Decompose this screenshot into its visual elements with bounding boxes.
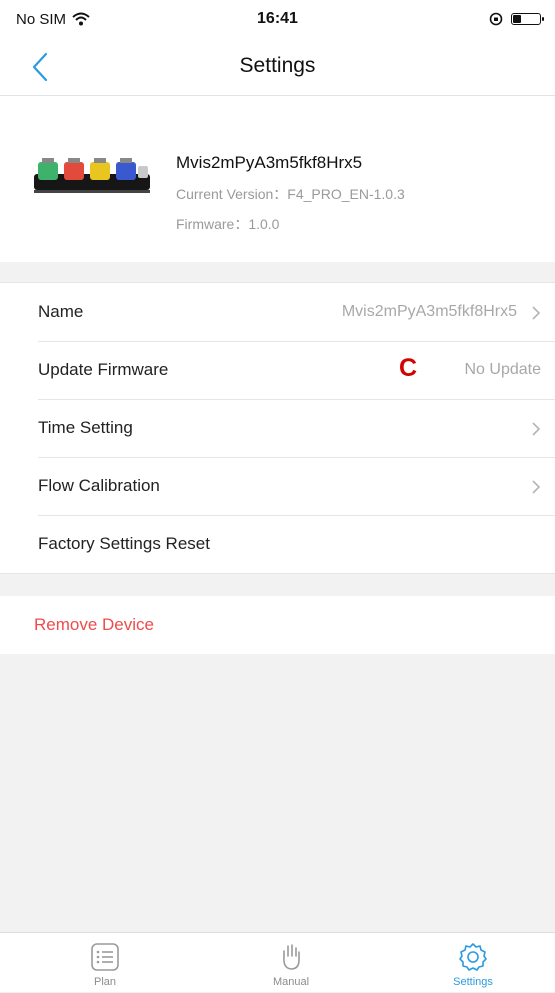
tab-label: Settings xyxy=(453,976,493,988)
device-info-card: Mvis2mPyA3m5fkf8Hrx5 Current Version：F4_… xyxy=(0,96,555,262)
update-status-value: No Update xyxy=(464,361,542,378)
row-label: Factory Settings Reset xyxy=(38,534,210,553)
tab-bar: Plan Manual Settings xyxy=(0,932,555,992)
remove-device-button[interactable]: Remove Device xyxy=(0,596,555,654)
name-row[interactable]: Name Mvis2mPyA3m5fkf8Hrx5 xyxy=(0,283,555,341)
carrier-label: No SIM xyxy=(16,10,67,28)
orientation-lock-icon xyxy=(489,12,503,26)
tab-label: Manual xyxy=(272,976,310,988)
chevron-right-icon xyxy=(532,480,541,494)
tab-manual[interactable]: Manual xyxy=(231,933,351,993)
tab-plan[interactable]: Plan xyxy=(45,933,165,993)
battery-icon xyxy=(511,13,544,25)
nav-bar: Settings xyxy=(0,38,555,96)
row-label: Flow Calibration xyxy=(38,476,160,495)
device-firmware-version: Firmware：1.0.0 xyxy=(176,216,280,232)
status-bar: No SIM 16:41 xyxy=(0,0,555,38)
tab-settings[interactable]: Settings xyxy=(413,933,533,993)
device-current-version: Current Version：F4_PRO_EN-1.0.3 xyxy=(176,186,405,202)
device-image xyxy=(34,158,150,193)
chevron-right-icon xyxy=(532,306,541,320)
row-label: Update Firmware xyxy=(38,360,169,379)
page-title: Settings xyxy=(239,54,316,77)
battery-level xyxy=(513,15,521,23)
list-icon xyxy=(91,943,119,971)
hand-icon xyxy=(283,944,300,970)
chevron-right-icon xyxy=(532,422,541,436)
status-left: No SIM xyxy=(16,11,90,28)
row-label: Time Setting xyxy=(38,418,133,437)
factory-reset-row[interactable]: Factory Settings Reset xyxy=(0,515,555,573)
annotation-marker: C xyxy=(399,354,418,382)
gear-icon xyxy=(459,943,487,971)
status-right xyxy=(489,12,544,26)
flow-calibration-row[interactable]: Flow Calibration xyxy=(0,457,555,515)
settings-list: Name Mvis2mPyA3m5fkf8Hrx5 Update Firmwar… xyxy=(0,282,555,574)
row-label: Name xyxy=(38,302,84,321)
wifi-icon xyxy=(72,12,90,26)
device-name: Mvis2mPyA3m5fkf8Hrx5 xyxy=(176,153,363,172)
time-setting-row[interactable]: Time Setting xyxy=(0,399,555,457)
remove-device-label: Remove Device xyxy=(34,615,154,634)
tab-label: Plan xyxy=(93,976,117,988)
update-firmware-row[interactable]: Update Firmware C No Update xyxy=(0,341,555,399)
device-name-value: Mvis2mPyA3m5fkf8Hrx5 xyxy=(341,303,517,320)
